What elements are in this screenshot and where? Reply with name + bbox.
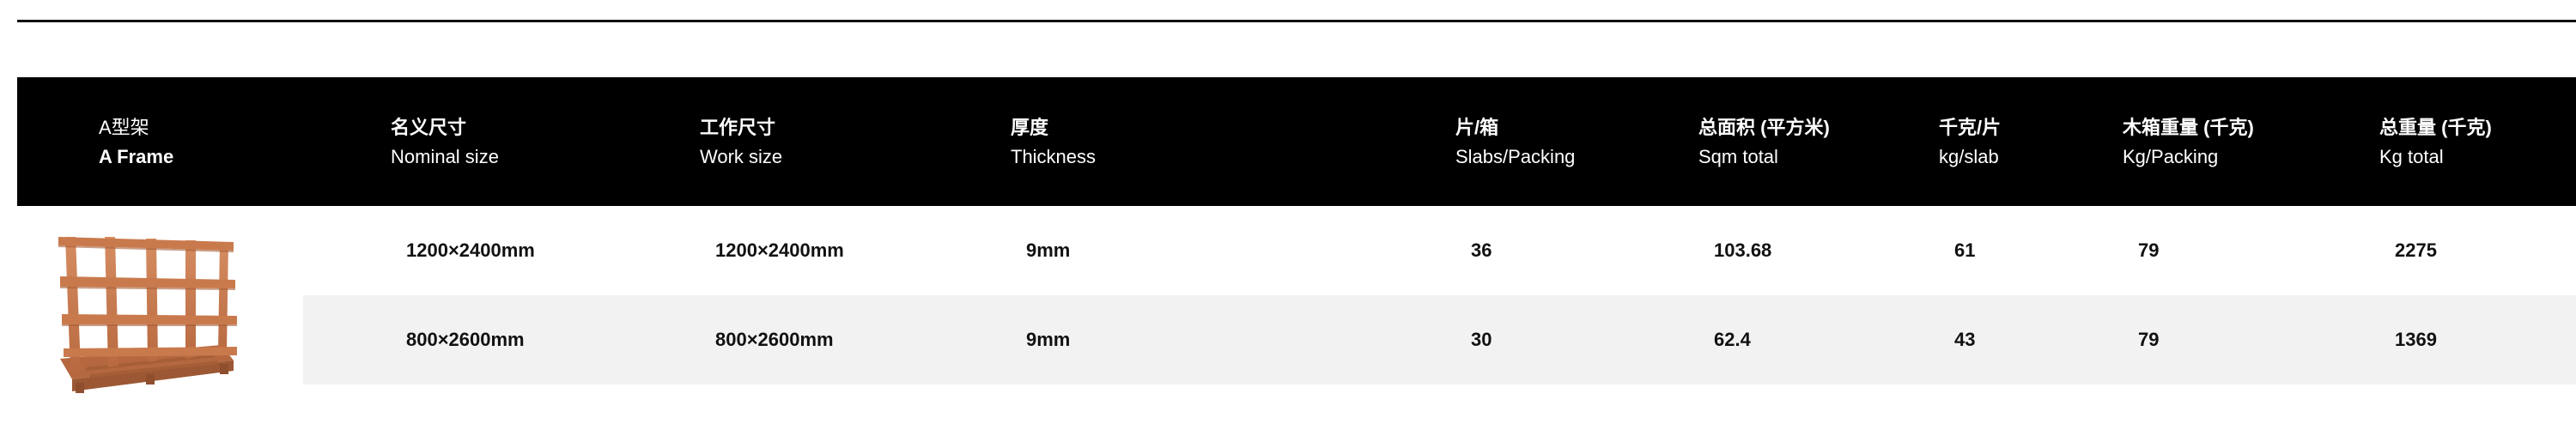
header-label-zh: 厚度 <box>1011 117 1049 138</box>
cell-nominal-size: 800×2600mm <box>406 329 525 350</box>
header-label-zh: 千克/片 <box>1939 117 2002 138</box>
wooden-a-frame-rack-icon <box>58 237 237 393</box>
header-work-size: 工作尺寸 Work size <box>700 113 782 172</box>
table-row: 1200×2400mm 1200×2400mm 9mm 36 103.68 61… <box>303 206 2576 295</box>
header-label-zh: 片/箱 <box>1455 117 1499 138</box>
header-label-zh: 总面积 (平方米) <box>1698 117 1830 138</box>
header-label-zh: A型架 <box>99 117 149 138</box>
cell-sqm-total: 62.4 <box>1714 329 1751 350</box>
header-label-en: Nominal size <box>391 146 499 167</box>
top-rule <box>17 20 2576 22</box>
cell-work-size: 1200×2400mm <box>715 239 844 261</box>
header-label-en: Slabs/Packing <box>1455 146 1576 167</box>
cell-sqm-total: 103.68 <box>1714 239 1772 261</box>
cell-kg-packing: 79 <box>2138 239 2160 261</box>
header-label-zh: 总重量 (千克) <box>2379 117 2492 138</box>
header-label-en: Kg/Packing <box>2123 146 2219 167</box>
header-a-frame: A型架 A Frame <box>99 113 173 172</box>
cell-nominal-size: 1200×2400mm <box>406 239 535 261</box>
cell-kg-total: 1369 <box>2395 329 2437 350</box>
header-nominal-size: 名义尺寸 Nominal size <box>391 113 499 172</box>
cell-kg-packing: 79 <box>2138 329 2160 350</box>
cell-kg-slab: 61 <box>1954 239 1976 261</box>
header-kg-total: 总重量 (千克) Kg total <box>2379 113 2492 172</box>
header-label-en: kg/slab <box>1939 146 1999 167</box>
cell-thickness: 9mm <box>1026 239 1071 261</box>
cell-kg-total: 2275 <box>2395 239 2437 261</box>
header-kg-slab: 千克/片 kg/slab <box>1939 113 2001 172</box>
header-thickness: 厚度 Thickness <box>1011 113 1096 172</box>
header-label-en: A Frame <box>99 146 174 167</box>
header-slabs-packing: 片/箱 Slabs/Packing <box>1455 113 1575 172</box>
header-label-en: Kg total <box>2379 146 2444 167</box>
header-label-en: Thickness <box>1011 146 1097 167</box>
cell-work-size: 800×2600mm <box>715 329 834 350</box>
header-sqm-total: 总面积 (平方米) Sqm total <box>1698 113 1830 172</box>
table-header: A型架 A Frame 名义尺寸 Nominal size 工作尺寸 Work … <box>17 77 2576 206</box>
cell-slabs-packing: 30 <box>1471 329 1492 350</box>
header-label-zh: 木箱重量 (千克) <box>2123 117 2254 138</box>
header-kg-packing: 木箱重量 (千克) Kg/Packing <box>2123 113 2254 172</box>
header-label-en: Sqm total <box>1698 146 1778 167</box>
header-label-zh: 名义尺寸 <box>391 117 467 138</box>
a-frame-rack-image <box>52 232 245 403</box>
cell-thickness: 9mm <box>1026 329 1071 350</box>
cell-kg-slab: 43 <box>1954 329 1976 350</box>
header-label-en: Work size <box>700 146 783 167</box>
header-label-zh: 工作尺寸 <box>700 117 776 138</box>
cell-slabs-packing: 36 <box>1471 239 1492 261</box>
table-row: 800×2600mm 800×2600mm 9mm 30 62.4 43 79 … <box>303 295 2576 384</box>
